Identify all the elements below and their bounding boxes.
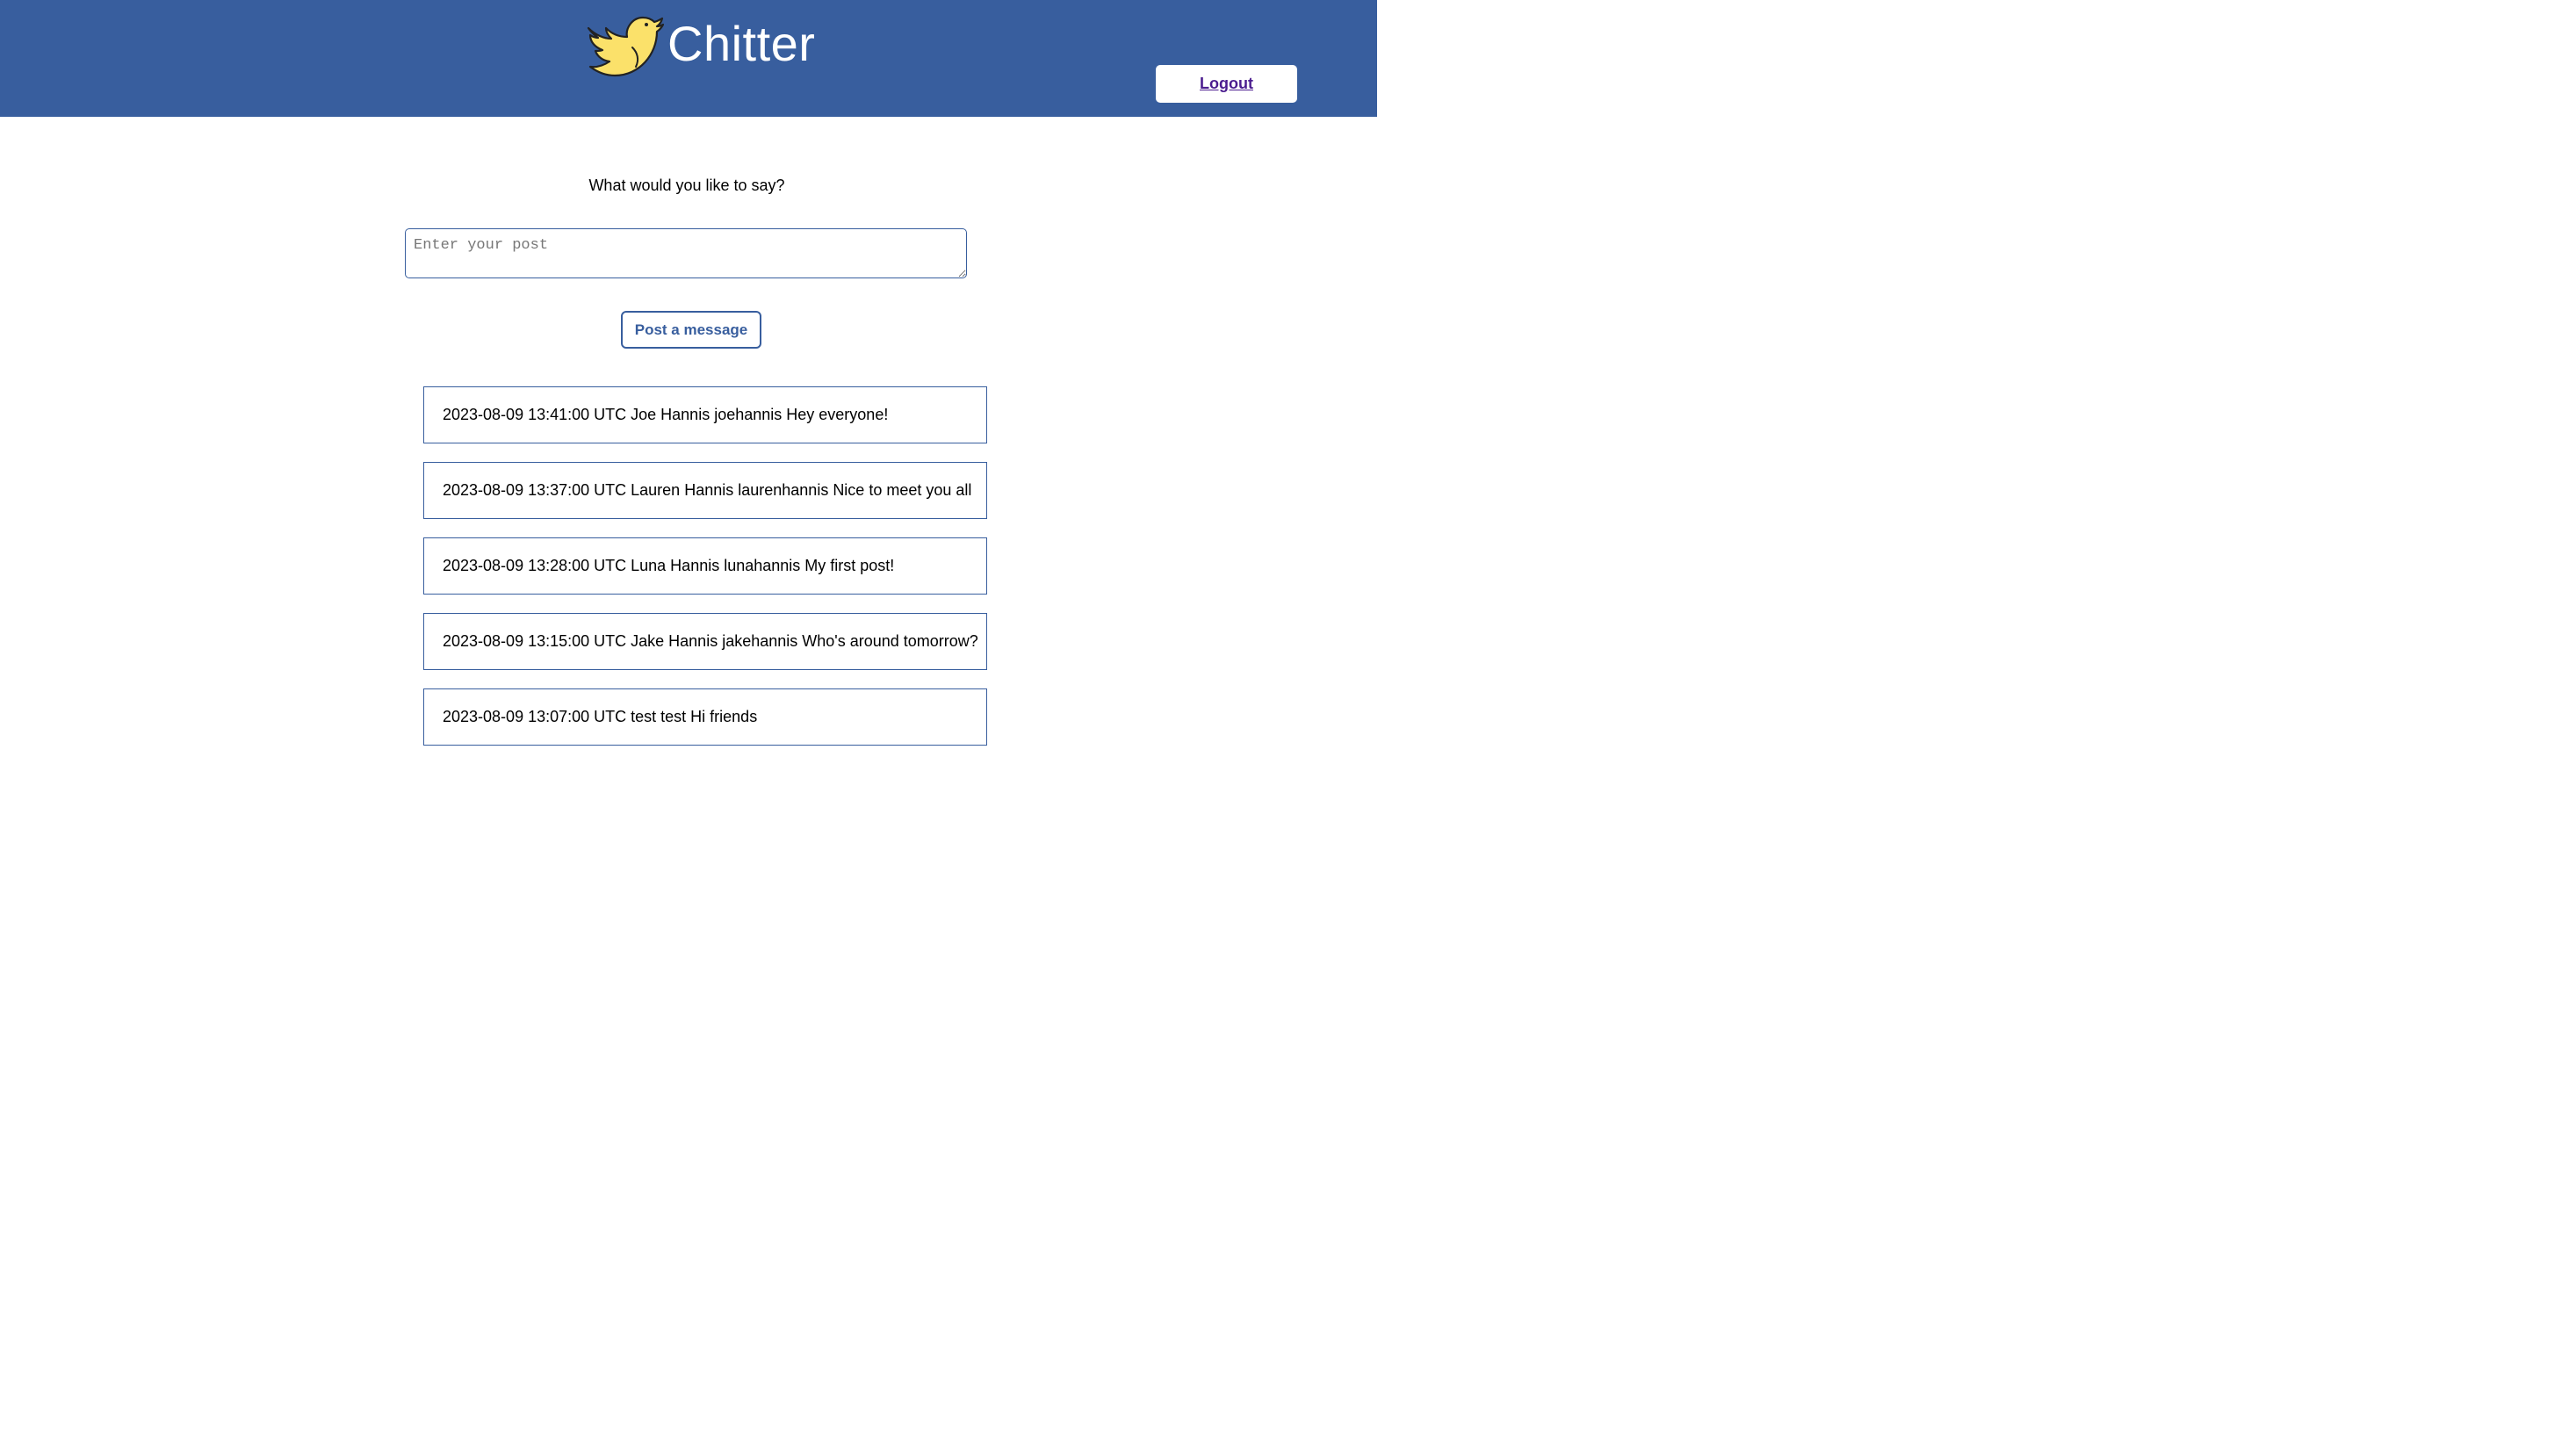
peep-time: 2023-08-09 13:15:00 UTC bbox=[443, 632, 627, 650]
peep-content: My first post! bbox=[804, 557, 895, 574]
composer-prompt: What would you like to say? bbox=[588, 177, 785, 194]
peep-time: 2023-08-09 13:28:00 UTC bbox=[443, 557, 627, 574]
peep-item: 2023-08-09 13:37:00 UTC Lauren Hannis la… bbox=[423, 462, 987, 519]
post-input[interactable] bbox=[405, 228, 967, 278]
peep-username: joehannis bbox=[714, 406, 783, 423]
peep-time: 2023-08-09 13:41:00 UTC bbox=[443, 406, 627, 423]
peep-time: 2023-08-09 13:37:00 UTC bbox=[443, 481, 627, 499]
peep-name: test bbox=[631, 708, 657, 725]
peep-item: 2023-08-09 13:28:00 UTC Luna Hannis luna… bbox=[423, 537, 987, 595]
peep-item: 2023-08-09 13:07:00 UTC test test Hi fri… bbox=[423, 688, 987, 746]
logout-button[interactable]: Logout bbox=[1156, 65, 1297, 103]
peep-name: Lauren Hannis bbox=[631, 481, 734, 499]
peep-name: Luna Hannis bbox=[631, 557, 720, 574]
peep-username: lunahannis bbox=[724, 557, 801, 574]
post-message-button[interactable]: Post a message bbox=[621, 311, 761, 349]
peep-content: Hey everyone! bbox=[786, 406, 889, 423]
peep-username: test bbox=[660, 708, 687, 725]
peep-content: Who's around tomorrow? bbox=[802, 632, 978, 650]
peep-name: Joe Hannis bbox=[631, 406, 710, 423]
app-title: Chitter bbox=[667, 16, 816, 71]
site-header: Chitter Logout bbox=[0, 0, 1377, 117]
peep-item: 2023-08-09 13:15:00 UTC Jake Hannis jake… bbox=[423, 613, 987, 670]
peep-name: Jake Hannis bbox=[631, 632, 718, 650]
peep-content: Nice to meet you all bbox=[833, 481, 972, 499]
peep-item: 2023-08-09 13:41:00 UTC Joe Hannis joeha… bbox=[423, 386, 987, 443]
peep-username: laurenhannis bbox=[738, 481, 829, 499]
brand: Chitter bbox=[581, 9, 815, 79]
peep-username: jakehannis bbox=[722, 632, 798, 650]
peep-time: 2023-08-09 13:07:00 UTC bbox=[443, 708, 627, 725]
peep-feed: 2023-08-09 13:41:00 UTC Joe Hannis joeha… bbox=[423, 386, 987, 764]
peep-content: Hi friends bbox=[690, 708, 758, 725]
bird-icon bbox=[587, 16, 664, 77]
